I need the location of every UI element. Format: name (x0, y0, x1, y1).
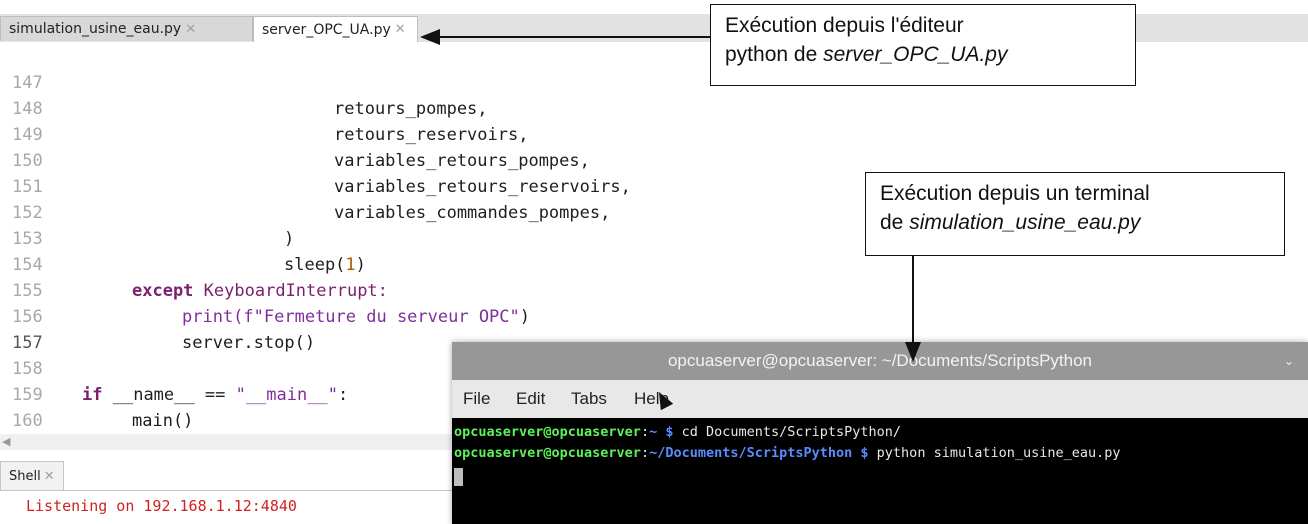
callout-arrows (420, 29, 921, 362)
arrow-head-down-icon (905, 342, 921, 362)
arrow-head-left-icon (420, 29, 440, 45)
